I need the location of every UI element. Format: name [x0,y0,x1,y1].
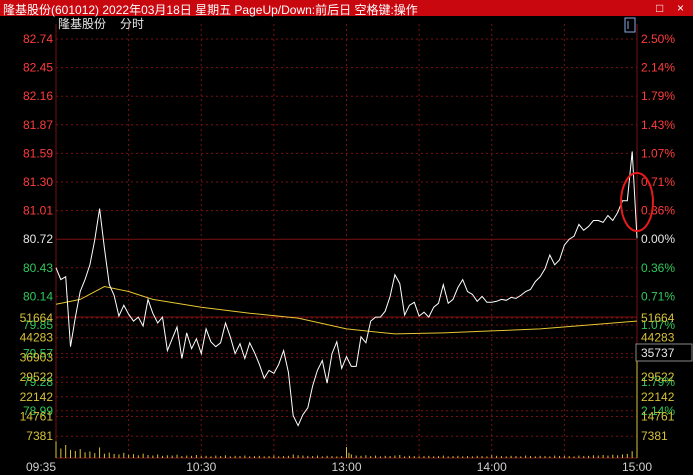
price-tick-label: 81.30 [23,175,53,189]
price-tick-label: 82.45 [23,61,53,75]
volume-tick-label-right: 14761 [641,410,675,424]
close-button[interactable]: × [677,0,684,16]
price-tick-label: 81.59 [23,146,53,160]
chart-grid [55,24,638,459]
price-tick-label: 81.01 [23,204,53,218]
volume-tick-label: 51664 [20,311,54,325]
price-tick-label: 80.72 [23,232,53,246]
maximize-button[interactable]: □ [656,0,663,16]
time-tick-label: 10:30 [186,460,216,474]
volume-tick-label-right: 22142 [641,390,675,404]
time-tick-label: 14:00 [477,460,507,474]
percent-tick-label: 0.00% [641,232,675,246]
percent-tick-label: 2.14% [641,61,675,75]
volume-tick-label: 7381 [26,429,53,443]
volume-tick-label: 36903 [20,350,54,364]
window-titlebar: 隆基股份(601012) 2022年03月18日 星期五 PageUp/Down… [0,0,693,17]
percent-tick-label: 1.43% [641,118,675,132]
time-tick-label: 09:35 [26,460,56,474]
volume-tick-label: 14761 [20,410,54,424]
percent-tick-label: 1.79% [641,89,675,103]
percent-tick-label: 0.71% [641,289,675,303]
price-tick-label: 81.87 [23,118,53,132]
percent-tick-label: 0.36% [641,204,675,218]
stock-name: 隆基股份 [58,16,106,31]
volume-tick-label-right: 7381 [641,429,668,443]
volume-axis-left: 51664 44283 36903 29522 22142 14761 7381 [20,311,54,443]
volume-tick-label: 22142 [20,390,54,404]
volume-tick-label-right: 29522 [641,370,675,384]
square-icon[interactable] [624,17,636,33]
intraday-chart[interactable]: 82.74 82.45 82.16 81.87 81.59 81.30 81.01 80.72… [0,16,693,475]
volume-tick-label-right: 44283 [641,331,675,345]
time-tick-label: 13:00 [331,460,361,474]
price-tick-label: 80.14 [23,289,53,303]
price-tick-label: 80.43 [23,261,53,275]
current-volume-label: 35737 [641,346,675,360]
volume-tick-label: 44283 [20,331,54,345]
price-tick-label: 82.16 [23,89,53,103]
chart-mode-label: 分时 [120,17,144,31]
percent-tick-label: 2.50% [641,32,675,46]
percent-tick-label: 1.07% [641,146,675,160]
volume-tick-label: 29522 [20,370,54,384]
time-axis: 09:35 10:30 13:00 14:00 15:00 [26,460,652,474]
time-tick-label: 15:00 [622,460,652,474]
volume-axis-right: 5166444283369032952222142147617381 [641,311,675,443]
percent-tick-label: 0.36% [641,261,675,275]
price-tick-label: 82.74 [23,32,53,46]
volume-tick-label-right: 51664 [641,311,675,325]
